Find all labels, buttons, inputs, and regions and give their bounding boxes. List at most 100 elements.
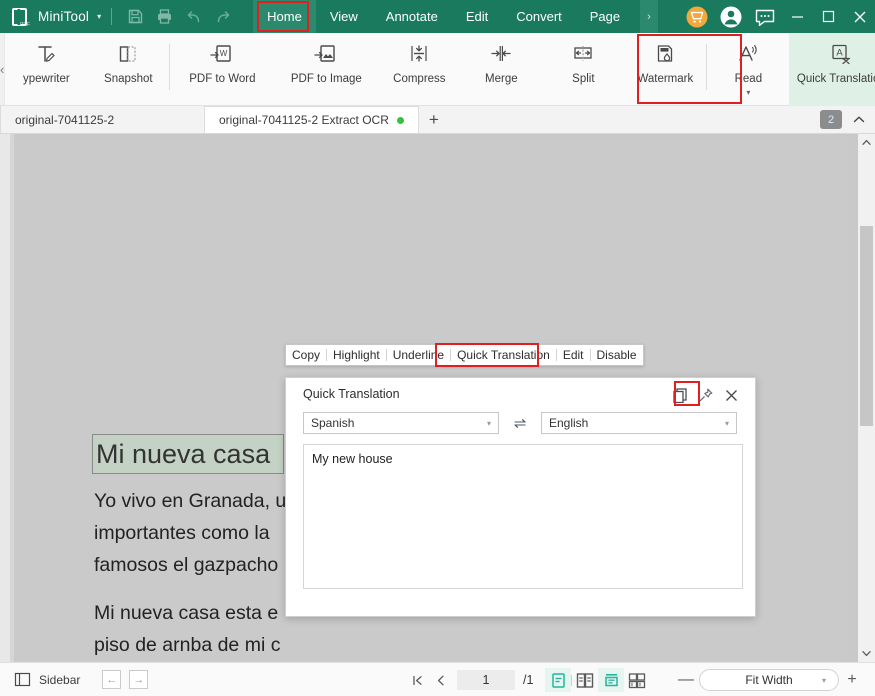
new-tab-button[interactable]: + (419, 106, 449, 133)
ribbon-item-compress[interactable]: Compress (378, 33, 460, 106)
brand-dropdown-icon[interactable]: ▾ (97, 12, 101, 21)
document-heading: Mi nueva casa (96, 439, 271, 469)
zoom-out-button[interactable]: — (673, 667, 699, 693)
nav-back-button[interactable]: ← (102, 670, 122, 689)
swap-languages-icon[interactable]: ⇌ (499, 414, 541, 432)
typewriter-icon (33, 40, 59, 68)
text-selection-context-menu: Copy Highlight Underline Quick Translati… (285, 344, 644, 366)
minitool-pdf-window: PDF MiniTool ▾ Home View Annotate Edit C… (0, 0, 875, 696)
ribbon-items: ypewriter Snapshot W PDF to Word PDF to … (5, 33, 875, 106)
snapshot-icon (115, 40, 141, 68)
undo-icon[interactable] (179, 4, 208, 29)
sidebar-toggle-button[interactable]: Sidebar (14, 671, 80, 688)
ribbon-label: PDF to Word (189, 73, 256, 85)
ribbon-label: PDF to Image (290, 73, 362, 85)
pdf-to-word-icon: W (208, 40, 236, 68)
grid-view-icon (629, 672, 646, 688)
page-number-input[interactable]: 1 (457, 670, 515, 690)
print-icon[interactable] (150, 4, 179, 29)
app-brand-name: MiniTool (38, 9, 90, 24)
target-language-select[interactable]: English ▾ (541, 412, 737, 434)
scrollbar-thumb[interactable] (860, 226, 873, 426)
context-menu-item-quick-translation[interactable]: Quick Translation (451, 345, 556, 365)
two-page-view-button[interactable] (572, 668, 598, 692)
context-menu-item-disable[interactable]: Disable (591, 345, 643, 365)
nav-forward-button[interactable]: → (129, 670, 149, 689)
vertical-scrollbar[interactable] (858, 134, 875, 662)
menu-tab-page[interactable]: Page (576, 0, 634, 33)
pin-icon[interactable] (695, 384, 717, 406)
document-tab-1[interactable]: original-7041125-2 (0, 106, 205, 133)
ribbon-label: ypewriter (23, 73, 70, 85)
merge-icon (491, 46, 511, 61)
redo-icon[interactable] (208, 4, 237, 29)
single-page-icon (552, 672, 565, 688)
ribbon-toolbar: ‹ ypewriter Snapshot W PDF to Word PDF t… (0, 33, 875, 106)
ribbon-item-merge[interactable]: Merge (460, 33, 542, 106)
modified-indicator-icon (396, 116, 404, 124)
previous-page-icon[interactable] (429, 663, 453, 696)
feedback-icon[interactable] (748, 0, 782, 33)
sidebar-label: Sidebar (39, 672, 81, 687)
context-menu-item-copy[interactable]: Copy (286, 345, 326, 365)
grid-view-button[interactable] (624, 668, 650, 692)
continuous-scroll-view-button[interactable] (598, 668, 625, 692)
single-page-view-button[interactable] (545, 668, 572, 692)
ribbon-item-split[interactable]: Split (542, 33, 624, 106)
ribbon-item-quick-translation[interactable]: A Quick Translation (789, 33, 875, 106)
source-language-select[interactable]: Spanish ▾ (303, 412, 499, 434)
title-bar: PDF MiniTool ▾ Home View Annotate Edit C… (0, 0, 875, 33)
ribbon-item-pdf-to-word[interactable]: W PDF to Word (170, 33, 274, 106)
cart-icon[interactable] (680, 0, 714, 33)
sidebar-icon (14, 672, 31, 687)
account-icon[interactable] (714, 0, 748, 33)
menu-tab-view[interactable]: View (316, 0, 372, 33)
ribbon-item-typewriter[interactable]: ypewriter (5, 33, 87, 106)
pdf-to-image-icon (312, 40, 340, 68)
read-aloud-icon (739, 45, 757, 61)
document-tab-bar: original-7041125-2 original-7041125-2 Ex… (0, 106, 875, 134)
copy-icon[interactable] (669, 384, 691, 406)
chevron-down-icon[interactable]: ▾ (746, 89, 750, 97)
context-menu-item-edit[interactable]: Edit (557, 345, 590, 365)
ribbon-label: Read (734, 73, 763, 85)
context-menu-item-highlight[interactable]: Highlight (327, 345, 386, 365)
svg-text:W: W (220, 49, 228, 58)
compress-icon (406, 40, 432, 68)
menu-tab-home[interactable]: Home (253, 0, 316, 33)
document-tab-2[interactable]: original-7041125-2 Extract OCR (205, 106, 419, 133)
tab-count-badge: 2 (820, 110, 842, 129)
status-bar: Sidebar ← → 1 /1 — Fit Width ▾ + (0, 662, 875, 696)
zoom-level-select[interactable]: Fit Width ▾ (699, 669, 839, 691)
ribbon-item-pdf-to-image[interactable]: PDF to Image (274, 33, 378, 106)
scroll-up-icon[interactable] (858, 134, 875, 151)
menu-tab-annotate[interactable]: Annotate (372, 0, 452, 33)
quick-translation-title: Quick Translation (303, 387, 400, 401)
ribbon-label: Merge (485, 73, 518, 85)
ribbon-item-watermark[interactable]: Watermark (624, 33, 706, 106)
collapse-ribbon-icon[interactable] (849, 110, 869, 129)
viewer-left-gutter (0, 134, 10, 662)
menu-overflow-icon[interactable]: › (640, 0, 658, 33)
ribbon-label: Watermark (637, 73, 694, 85)
menu-tab-edit[interactable]: Edit (452, 0, 502, 33)
ribbon-item-read[interactable]: Read ▾ (707, 33, 789, 106)
scroll-down-icon[interactable] (858, 645, 875, 662)
document-tab-label: original-7041125-2 (15, 112, 115, 127)
close-icon[interactable] (720, 384, 742, 406)
context-menu-item-underline[interactable]: Underline (387, 345, 450, 365)
document-text-line: piso de arnba de mi c (94, 634, 281, 656)
source-language-value: Spanish (311, 416, 355, 430)
menu-tab-convert[interactable]: Convert (502, 0, 576, 33)
zoom-level-value: Fit Width (745, 673, 793, 687)
ribbon-item-snapshot[interactable]: Snapshot (87, 33, 169, 106)
save-icon[interactable] (121, 4, 150, 29)
page-navigation-group: 1 /1 (405, 663, 650, 696)
first-page-icon[interactable] (405, 663, 429, 696)
minimize-button[interactable] (782, 0, 813, 33)
translation-result-textarea[interactable]: My new house (303, 444, 743, 589)
language-selector-row: Spanish ▾ ⇌ English ▾ (303, 412, 743, 434)
maximize-button[interactable] (813, 0, 844, 33)
close-button[interactable] (844, 0, 875, 33)
zoom-in-button[interactable]: + (839, 667, 865, 693)
